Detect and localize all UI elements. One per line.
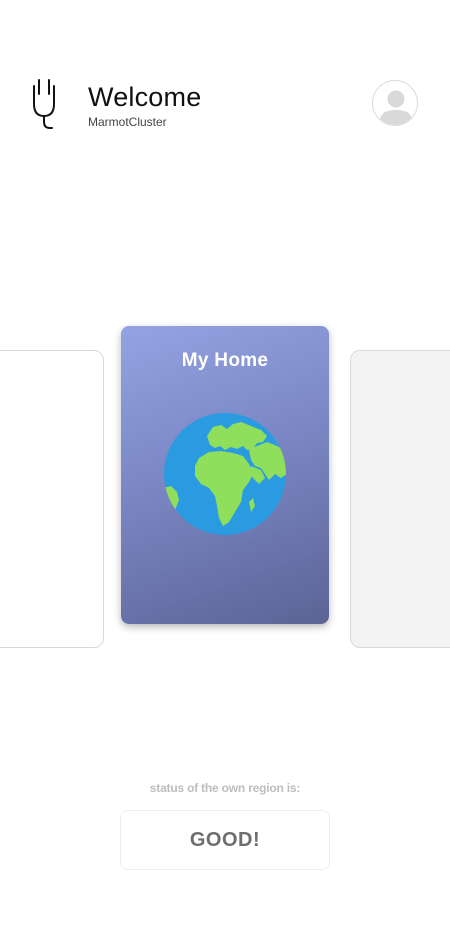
header: Welcome MarmotCluster: [0, 0, 450, 160]
status-box: GOOD!: [120, 810, 330, 870]
carousel-card-next[interactable]: [350, 350, 450, 648]
status-label: status of the own region is:: [149, 781, 301, 795]
card-title: My Home: [181, 350, 269, 371]
cluster-name: MarmotCluster: [88, 115, 167, 129]
user-avatar-icon: [380, 90, 412, 125]
carousel-card-previous[interactable]: [0, 350, 104, 648]
page-title: Welcome: [88, 82, 202, 112]
app-screen: Welcome MarmotCluster My Home status of …: [0, 0, 450, 950]
plug-icon: [28, 78, 60, 130]
avatar-button[interactable]: [372, 80, 418, 126]
globe-icon: [163, 412, 287, 536]
title-block: Welcome MarmotCluster: [88, 80, 201, 129]
carousel-card-active[interactable]: My Home: [121, 326, 329, 624]
status-value: GOOD!: [189, 829, 261, 851]
